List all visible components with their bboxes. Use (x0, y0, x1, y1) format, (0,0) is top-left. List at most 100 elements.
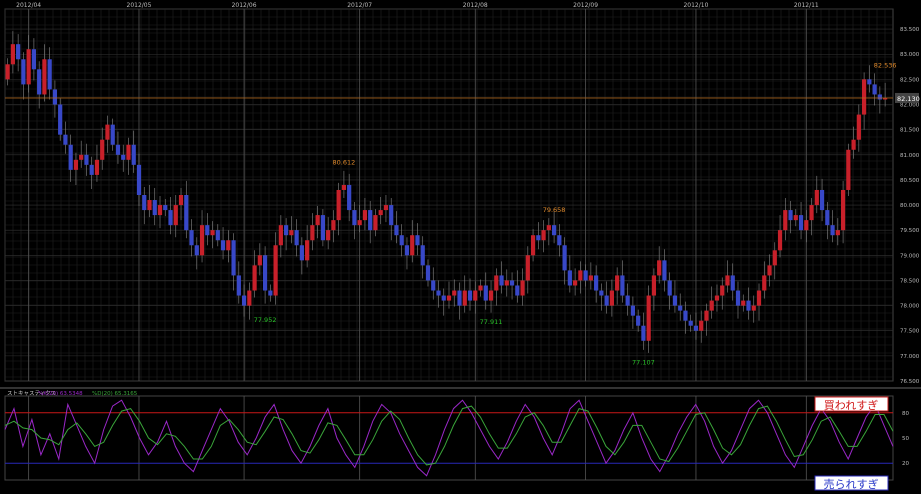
y-tick-label: 83.500 (900, 27, 920, 33)
candle-down (16, 44, 21, 60)
candle-down (562, 245, 567, 271)
candle-up (315, 215, 320, 226)
candle-up (373, 215, 378, 231)
candle-down (599, 290, 604, 296)
candle-down (121, 154, 126, 160)
candle-up (588, 275, 593, 281)
candle-down (115, 144, 121, 155)
candle-down (184, 195, 189, 231)
candle-down (678, 305, 683, 311)
candle-up (462, 290, 467, 306)
candle-down (672, 295, 678, 306)
candle-down (320, 215, 325, 241)
x-tick-label: 2012/11 (794, 2, 819, 9)
candle-up (578, 270, 583, 281)
candle-down (467, 290, 473, 301)
candle-down (583, 270, 588, 281)
y-tick-label: 76.500 (900, 379, 920, 385)
y-tick-label: 80.000 (900, 203, 920, 209)
candle-down (68, 144, 73, 170)
candle-down (389, 205, 394, 226)
candle-down (509, 280, 515, 286)
candle-down (52, 89, 58, 105)
candle-down (625, 295, 630, 306)
candle-down (215, 230, 220, 241)
current-price-label: 82.130 (897, 95, 920, 103)
candle-up (226, 240, 231, 251)
candle-up (741, 300, 746, 306)
candle-down (436, 290, 441, 296)
candle-down (604, 295, 609, 306)
candle-up (657, 260, 662, 276)
oversold-text: 売られすぎ (824, 477, 879, 491)
candle-up (26, 49, 31, 85)
candle-down (189, 230, 194, 246)
high-annotation: 82.536 (874, 62, 897, 70)
candle-down (620, 275, 625, 296)
candle-down (515, 285, 520, 296)
y-tick-label: 81.000 (900, 153, 920, 159)
candle-up (178, 195, 184, 206)
candle-down (294, 230, 299, 246)
x-tick-label: 2012/06 (232, 2, 257, 9)
y-tick-label: 77.000 (900, 354, 920, 360)
candle-down (131, 144, 136, 165)
candle-down (205, 225, 210, 236)
osc-y-tick-label: 80 (902, 411, 909, 417)
candle-up (383, 205, 389, 211)
candle-up (573, 280, 578, 286)
candle-down (867, 79, 872, 85)
candle-up (767, 265, 772, 276)
candle-down (557, 235, 562, 246)
candle-down (641, 325, 646, 341)
x-tick-label: 2012/07 (347, 2, 372, 9)
candle-up (452, 290, 457, 296)
candle-up (541, 230, 546, 241)
candle-up (378, 210, 383, 216)
x-tick-label: 2012/04 (16, 2, 41, 9)
candle-down (89, 164, 94, 175)
candle-down (746, 300, 751, 311)
low-annotation: 77.952 (254, 316, 277, 324)
candle-up (520, 280, 525, 296)
candle-up (157, 205, 163, 216)
candle-down (457, 290, 462, 306)
candle-up (846, 149, 851, 190)
y-tick-label: 79.500 (900, 228, 920, 234)
candle-down (262, 255, 268, 291)
candle-down (63, 134, 68, 145)
candle-down (667, 280, 672, 296)
candle-up (793, 215, 798, 221)
candle-up (257, 255, 262, 266)
overbought-text: 買われすぎ (824, 398, 878, 412)
candle-down (236, 275, 241, 296)
candle-down (441, 295, 446, 301)
candle-up (289, 230, 294, 236)
candle-up (252, 265, 257, 291)
candle-up (494, 275, 499, 291)
candle-down (594, 275, 599, 291)
candle-up (446, 295, 452, 301)
candle-up (840, 189, 846, 231)
candle-up (210, 230, 215, 236)
low-annotation: 77.107 (632, 358, 655, 366)
candle-down (368, 210, 373, 231)
candle-up (646, 295, 651, 341)
y-tick-label: 82.000 (900, 103, 920, 109)
candle-down (37, 69, 42, 95)
candle-up (473, 290, 478, 301)
candle-up (100, 139, 105, 160)
candle-down (819, 189, 825, 211)
y-tick-label: 79.000 (900, 253, 920, 259)
candle-up (704, 310, 709, 321)
candle-down (136, 164, 142, 195)
candle-up (341, 184, 347, 190)
candle-up (783, 210, 788, 231)
candle-down (662, 260, 667, 281)
candle-down (735, 290, 741, 306)
candle-up (762, 275, 767, 291)
y-tick-label: 78.500 (900, 278, 920, 284)
candle-down (241, 295, 247, 306)
candle-up (530, 235, 536, 256)
candlestick-chart: 2012/04 2012/05 2012/06 2012/07 2012/08 2012/… (0, 2, 921, 491)
